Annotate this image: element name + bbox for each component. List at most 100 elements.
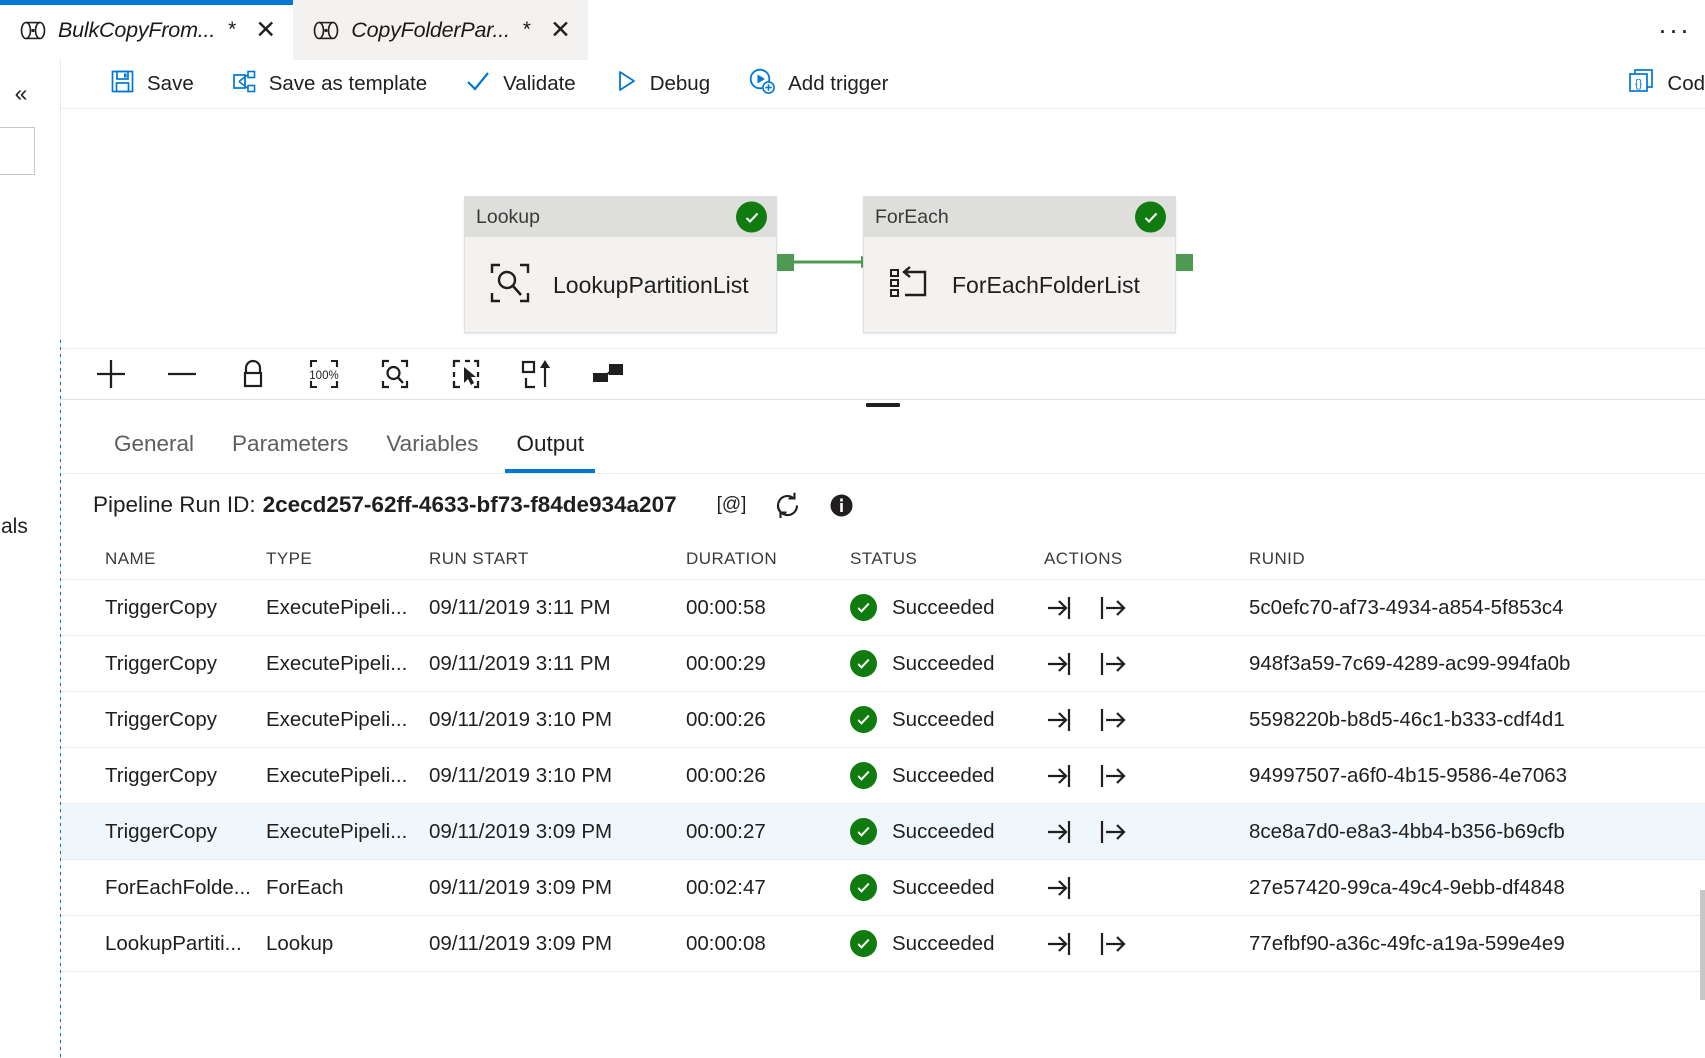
rail-item-box[interactable] — [0, 127, 35, 175]
cell-run-start: 09/11/2019 3:09 PM — [429, 932, 686, 956]
zoom-to-fit-icon[interactable] — [371, 352, 419, 396]
status-success-icon — [850, 594, 877, 621]
cell-runid: 94997507-a6f0-4b15-9586-4e7063 — [1249, 764, 1705, 788]
zoom-in-icon[interactable] — [87, 352, 135, 396]
status-success-icon — [850, 706, 877, 733]
validate-label: Validate — [503, 72, 576, 96]
tab-output[interactable]: Output — [497, 431, 603, 473]
activity-node-foreach[interactable]: ForEach ForEachFolde — [863, 196, 1176, 333]
table-row[interactable]: TriggerCopyExecutePipeli...09/11/2019 3:… — [61, 580, 1705, 636]
rail-factory-resources-label: als — [0, 515, 58, 539]
table-row[interactable]: TriggerCopyExecutePipeli...09/11/2019 3:… — [61, 748, 1705, 804]
table-scrollbar[interactable] — [1699, 852, 1705, 1058]
output-icon[interactable] — [1097, 705, 1127, 735]
output-icon[interactable] — [1097, 649, 1127, 679]
app-root: BulkCopyFrom... * ✕ CopyFolderPar... * ✕… — [0, 0, 1705, 1058]
cell-runid: 77efbf90-a36c-49fc-a19a-599e4e9 — [1249, 932, 1705, 956]
add-trigger-button[interactable]: Add trigger — [729, 60, 907, 109]
pipeline-canvas[interactable]: Lookup — [61, 109, 1705, 348]
status-success-icon — [1135, 202, 1166, 233]
output-icon[interactable] — [1097, 817, 1127, 847]
cell-runid: 8ce8a7d0-e8a3-4bb4-b356-b69cfb — [1249, 820, 1705, 844]
cell-duration: 00:00:26 — [686, 708, 850, 732]
tab-bulkcopyfrom[interactable]: BulkCopyFrom... * ✕ — [0, 0, 293, 60]
minimap-icon[interactable] — [584, 352, 632, 396]
close-icon[interactable]: ✕ — [255, 18, 276, 43]
activity-node-lookup[interactable]: Lookup — [464, 196, 777, 333]
node-output-port[interactable] — [1176, 254, 1193, 271]
input-icon[interactable] — [1044, 649, 1074, 679]
refresh-icon[interactable] — [773, 491, 802, 520]
output-icon[interactable] — [1097, 761, 1127, 791]
node-header: ForEach — [864, 197, 1175, 237]
cell-duration: 00:02:47 — [686, 876, 850, 900]
input-icon[interactable] — [1044, 929, 1074, 959]
cell-actions — [1044, 649, 1249, 679]
tab-variables[interactable]: Variables — [367, 431, 497, 473]
template-icon — [232, 69, 257, 100]
input-icon[interactable] — [1044, 761, 1074, 791]
tab-label: CopyFolderPar... — [351, 18, 510, 43]
save-as-template-label: Save as template — [269, 72, 427, 96]
expression-icon[interactable]: [@] — [717, 494, 747, 516]
close-icon[interactable]: ✕ — [550, 18, 571, 43]
input-icon[interactable] — [1044, 873, 1074, 903]
input-icon[interactable] — [1044, 705, 1074, 735]
zoom-100-icon[interactable]: 100% — [300, 352, 348, 396]
cell-status: Succeeded — [850, 930, 1044, 957]
status-label: Succeeded — [892, 820, 995, 844]
status-success-icon — [850, 930, 877, 957]
cell-type: ForEach — [266, 876, 429, 900]
cell-status: Succeeded — [850, 874, 1044, 901]
cell-name: TriggerCopy — [105, 820, 266, 844]
auto-align-icon[interactable] — [513, 352, 561, 396]
status-label: Succeeded — [892, 764, 995, 788]
cell-name: TriggerCopy — [105, 596, 266, 620]
save-as-template-button[interactable]: Save as template — [213, 60, 446, 109]
table-row[interactable]: TriggerCopyExecutePipeli...09/11/2019 3:… — [61, 692, 1705, 748]
input-icon[interactable] — [1044, 817, 1074, 847]
save-button[interactable]: Save — [91, 60, 213, 109]
cell-duration: 00:00:29 — [686, 652, 850, 676]
tab-strip-spacer — [588, 0, 1658, 60]
cell-actions — [1044, 761, 1249, 791]
cell-actions — [1044, 817, 1249, 847]
add-trigger-label: Add trigger — [788, 72, 888, 96]
panel-resize-grip[interactable] — [866, 403, 900, 407]
column-header-duration: DURATION — [686, 549, 850, 569]
zoom-out-icon[interactable] — [158, 352, 206, 396]
marquee-select-icon[interactable] — [442, 352, 490, 396]
save-label: Save — [147, 72, 194, 96]
column-header-run-start: RUN START — [429, 549, 686, 569]
tab-general[interactable]: General — [95, 431, 213, 473]
info-icon[interactable] — [829, 493, 854, 518]
status-success-icon — [850, 762, 877, 789]
code-button[interactable]: {} Cod — [1609, 60, 1705, 109]
cell-name: TriggerCopy — [105, 708, 266, 732]
lock-icon[interactable] — [229, 352, 277, 396]
column-header-status: STATUS — [850, 549, 1044, 569]
tab-overflow-button[interactable]: ··· — [1658, 15, 1705, 46]
output-icon[interactable] — [1097, 593, 1127, 623]
tab-copyfolderpar[interactable]: CopyFolderPar... * ✕ — [293, 0, 588, 60]
table-row[interactable]: LookupPartiti...Lookup09/11/2019 3:09 PM… — [61, 916, 1705, 972]
column-header-type: TYPE — [266, 549, 429, 569]
cell-actions — [1044, 929, 1249, 959]
cell-duration: 00:00:27 — [686, 820, 850, 844]
scrollbar-thumb[interactable] — [1700, 890, 1705, 1000]
collapse-panel-icon[interactable]: « — [6, 80, 36, 107]
input-icon[interactable] — [1044, 593, 1074, 623]
debug-button[interactable]: Debug — [595, 60, 729, 109]
tab-parameters[interactable]: Parameters — [213, 431, 367, 473]
left-rail: « als — [0, 60, 61, 1058]
table-row[interactable]: TriggerCopyExecutePipeli...09/11/2019 3:… — [61, 636, 1705, 692]
output-icon[interactable] — [1097, 929, 1127, 959]
cell-status: Succeeded — [850, 818, 1044, 845]
cell-run-start: 09/11/2019 3:10 PM — [429, 764, 686, 788]
validate-button[interactable]: Validate — [446, 60, 595, 109]
panel-tab-list: General Parameters Variables Output — [61, 415, 1705, 474]
table-row[interactable]: TriggerCopyExecutePipeli...09/11/2019 3:… — [61, 804, 1705, 860]
node-name-label: ForEachFolderList — [952, 272, 1140, 299]
table-row[interactable]: ForEachFolde...ForEach09/11/2019 3:09 PM… — [61, 860, 1705, 916]
cell-runid: 27e57420-99ca-49c4-9ebb-df4848 — [1249, 876, 1705, 900]
